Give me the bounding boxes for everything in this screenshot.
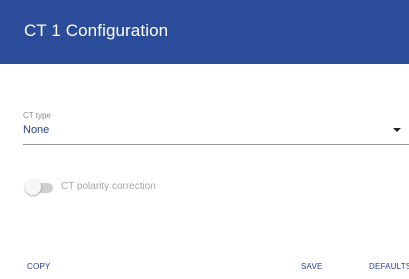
ct-type-label: CT type	[23, 111, 51, 120]
copy-button[interactable]: COPY	[27, 262, 50, 271]
dialog-header: CT 1 Configuration	[0, 0, 409, 64]
ct-configuration-dialog: CT 1 Configuration CT type None CT polar…	[0, 0, 409, 279]
save-button[interactable]: SAVE	[301, 262, 323, 271]
dropdown-arrow-icon[interactable]	[393, 128, 401, 132]
ct-type-underline	[23, 144, 409, 145]
ct-type-select[interactable]: CT type None	[23, 111, 409, 145]
dialog-title: CT 1 Configuration	[24, 21, 169, 40]
polarity-toggle-thumb[interactable]	[25, 179, 41, 195]
polarity-toggle-label: CT polarity correction	[61, 181, 156, 192]
polarity-toggle-row[interactable]: CT polarity correction	[25, 178, 285, 196]
ct-type-value[interactable]: None	[23, 124, 49, 136]
defaults-button[interactable]: DEFAULTS	[369, 262, 409, 271]
